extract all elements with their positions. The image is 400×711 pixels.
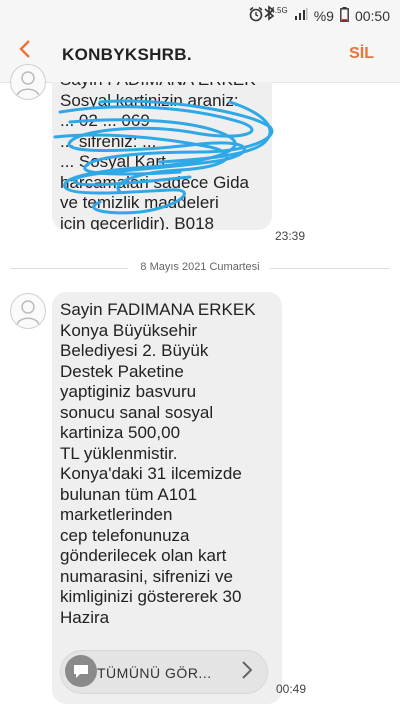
delete-button[interactable]: SİL	[349, 45, 374, 63]
alarm-icon	[248, 6, 264, 25]
status-bar: 4.5G %9 00:50	[0, 0, 400, 28]
message-time: 00:49	[276, 682, 307, 696]
clock: 00:50	[354, 7, 390, 24]
scribble-overlay	[53, 99, 274, 215]
chat-bubble-icon	[65, 655, 97, 687]
chevron-right-icon	[241, 659, 253, 687]
battery-percent: %9	[313, 7, 334, 24]
signal-icon	[294, 7, 308, 24]
date-label: 8 Mayıs 2021 Cumartesi	[140, 261, 260, 273]
battery-icon	[340, 6, 349, 25]
message-time: 23:39	[275, 229, 306, 243]
read-more-label: TÜMÜNÜ GÖR...	[97, 665, 212, 681]
message-text: Sayin FADIMANA ERKEK Konya Büyüksehir Be…	[60, 300, 256, 627]
message-clip: Sayin FADIMANA ERKEK Sosyal kartinizin a…	[0, 82, 400, 242]
divider	[270, 268, 390, 269]
date-separator: 8 Mayıs 2021 Cumartesi	[0, 256, 400, 280]
back-arrow-icon[interactable]	[18, 38, 32, 64]
conversation-header: KONBYKSHRB. SİL	[0, 28, 400, 83]
conversation-title: KONBYKSHRB.	[62, 45, 192, 64]
sender-avatar[interactable]	[10, 293, 46, 329]
network-type: 4.5G	[270, 6, 288, 15]
read-more-button[interactable]: TÜMÜNÜ GÖR...	[60, 650, 268, 694]
message-bubble[interactable]: Sayin FADIMANA ERKEK Konya Büyüksehir Be…	[52, 292, 282, 704]
person-icon	[16, 300, 40, 326]
